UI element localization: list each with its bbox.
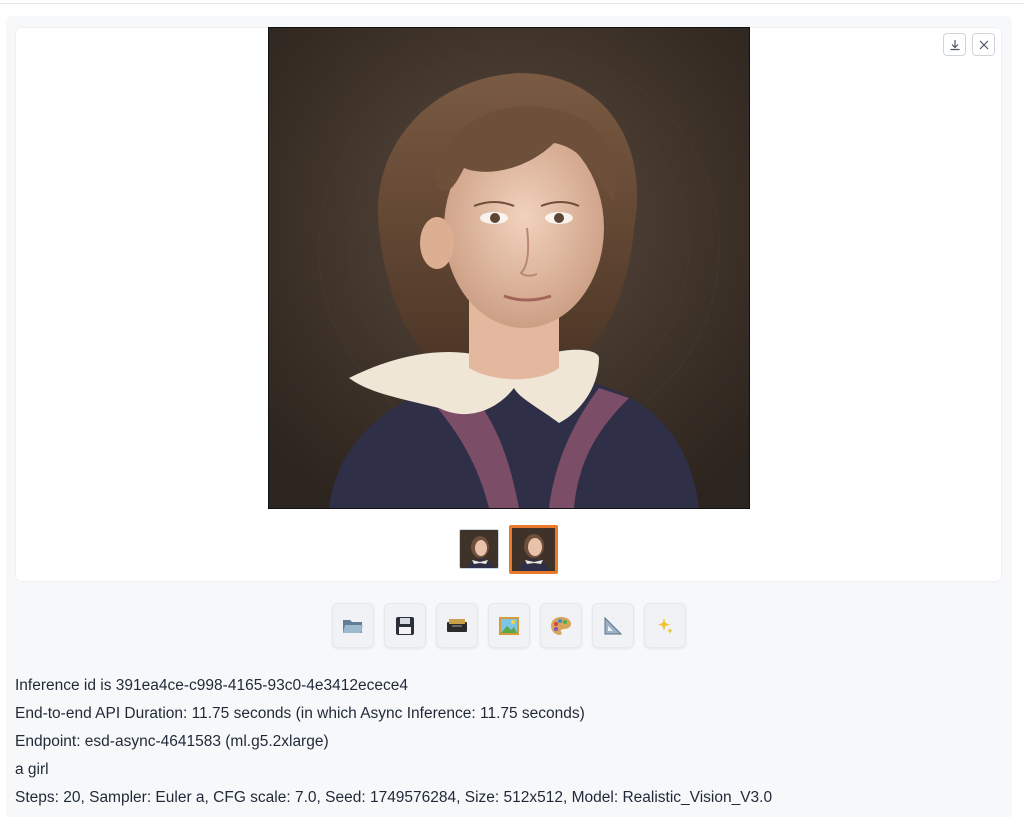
triangular-ruler-icon [604, 616, 623, 634]
folder-icon [343, 619, 363, 633]
save-button[interactable] [384, 603, 426, 648]
generated-image-preview[interactable] [268, 27, 750, 509]
generate-variation-button[interactable] [644, 603, 686, 648]
prompt-text: a girl [15, 761, 49, 778]
girl-portrait-image [269, 28, 749, 508]
close-button[interactable] [972, 33, 995, 56]
send-to-img2img-button[interactable] [488, 603, 530, 648]
inference-id-text: Inference id is 391ea4ce-c998-4165-93c0-… [15, 677, 408, 694]
zip-button[interactable] [436, 603, 478, 648]
api-duration-text: End-to-end API Duration: 11.75 seconds (… [15, 705, 585, 722]
floppy-disk-icon [396, 616, 414, 635]
open-folder-button[interactable] [332, 603, 374, 648]
top-divider [0, 3, 1024, 4]
archive-box-icon [447, 618, 467, 632]
send-to-extras-button[interactable] [592, 603, 634, 648]
download-icon [950, 39, 959, 50]
palette-icon [551, 616, 571, 635]
thumbnail-image [460, 530, 498, 568]
gallery-thumbnail[interactable] [459, 529, 499, 569]
thumbnail-image [512, 528, 555, 571]
image-action-toolbar [0, 603, 1018, 648]
gallery-thumbnail-selected[interactable] [509, 525, 558, 574]
send-to-inpaint-button[interactable] [540, 603, 582, 648]
close-icon [979, 40, 988, 49]
endpoint-text: Endpoint: esd-async-4641583 (ml.g5.2xlar… [15, 733, 329, 750]
generation-info: Inference id is 391ea4ce-c998-4165-93c0-… [15, 672, 772, 812]
image-gallery [15, 27, 1002, 582]
sparkles-icon [658, 617, 673, 634]
generation-params-text: Steps: 20, Sampler: Euler a, CFG scale: … [15, 789, 773, 806]
framed-picture-icon [499, 616, 519, 635]
download-button[interactable] [943, 33, 966, 56]
